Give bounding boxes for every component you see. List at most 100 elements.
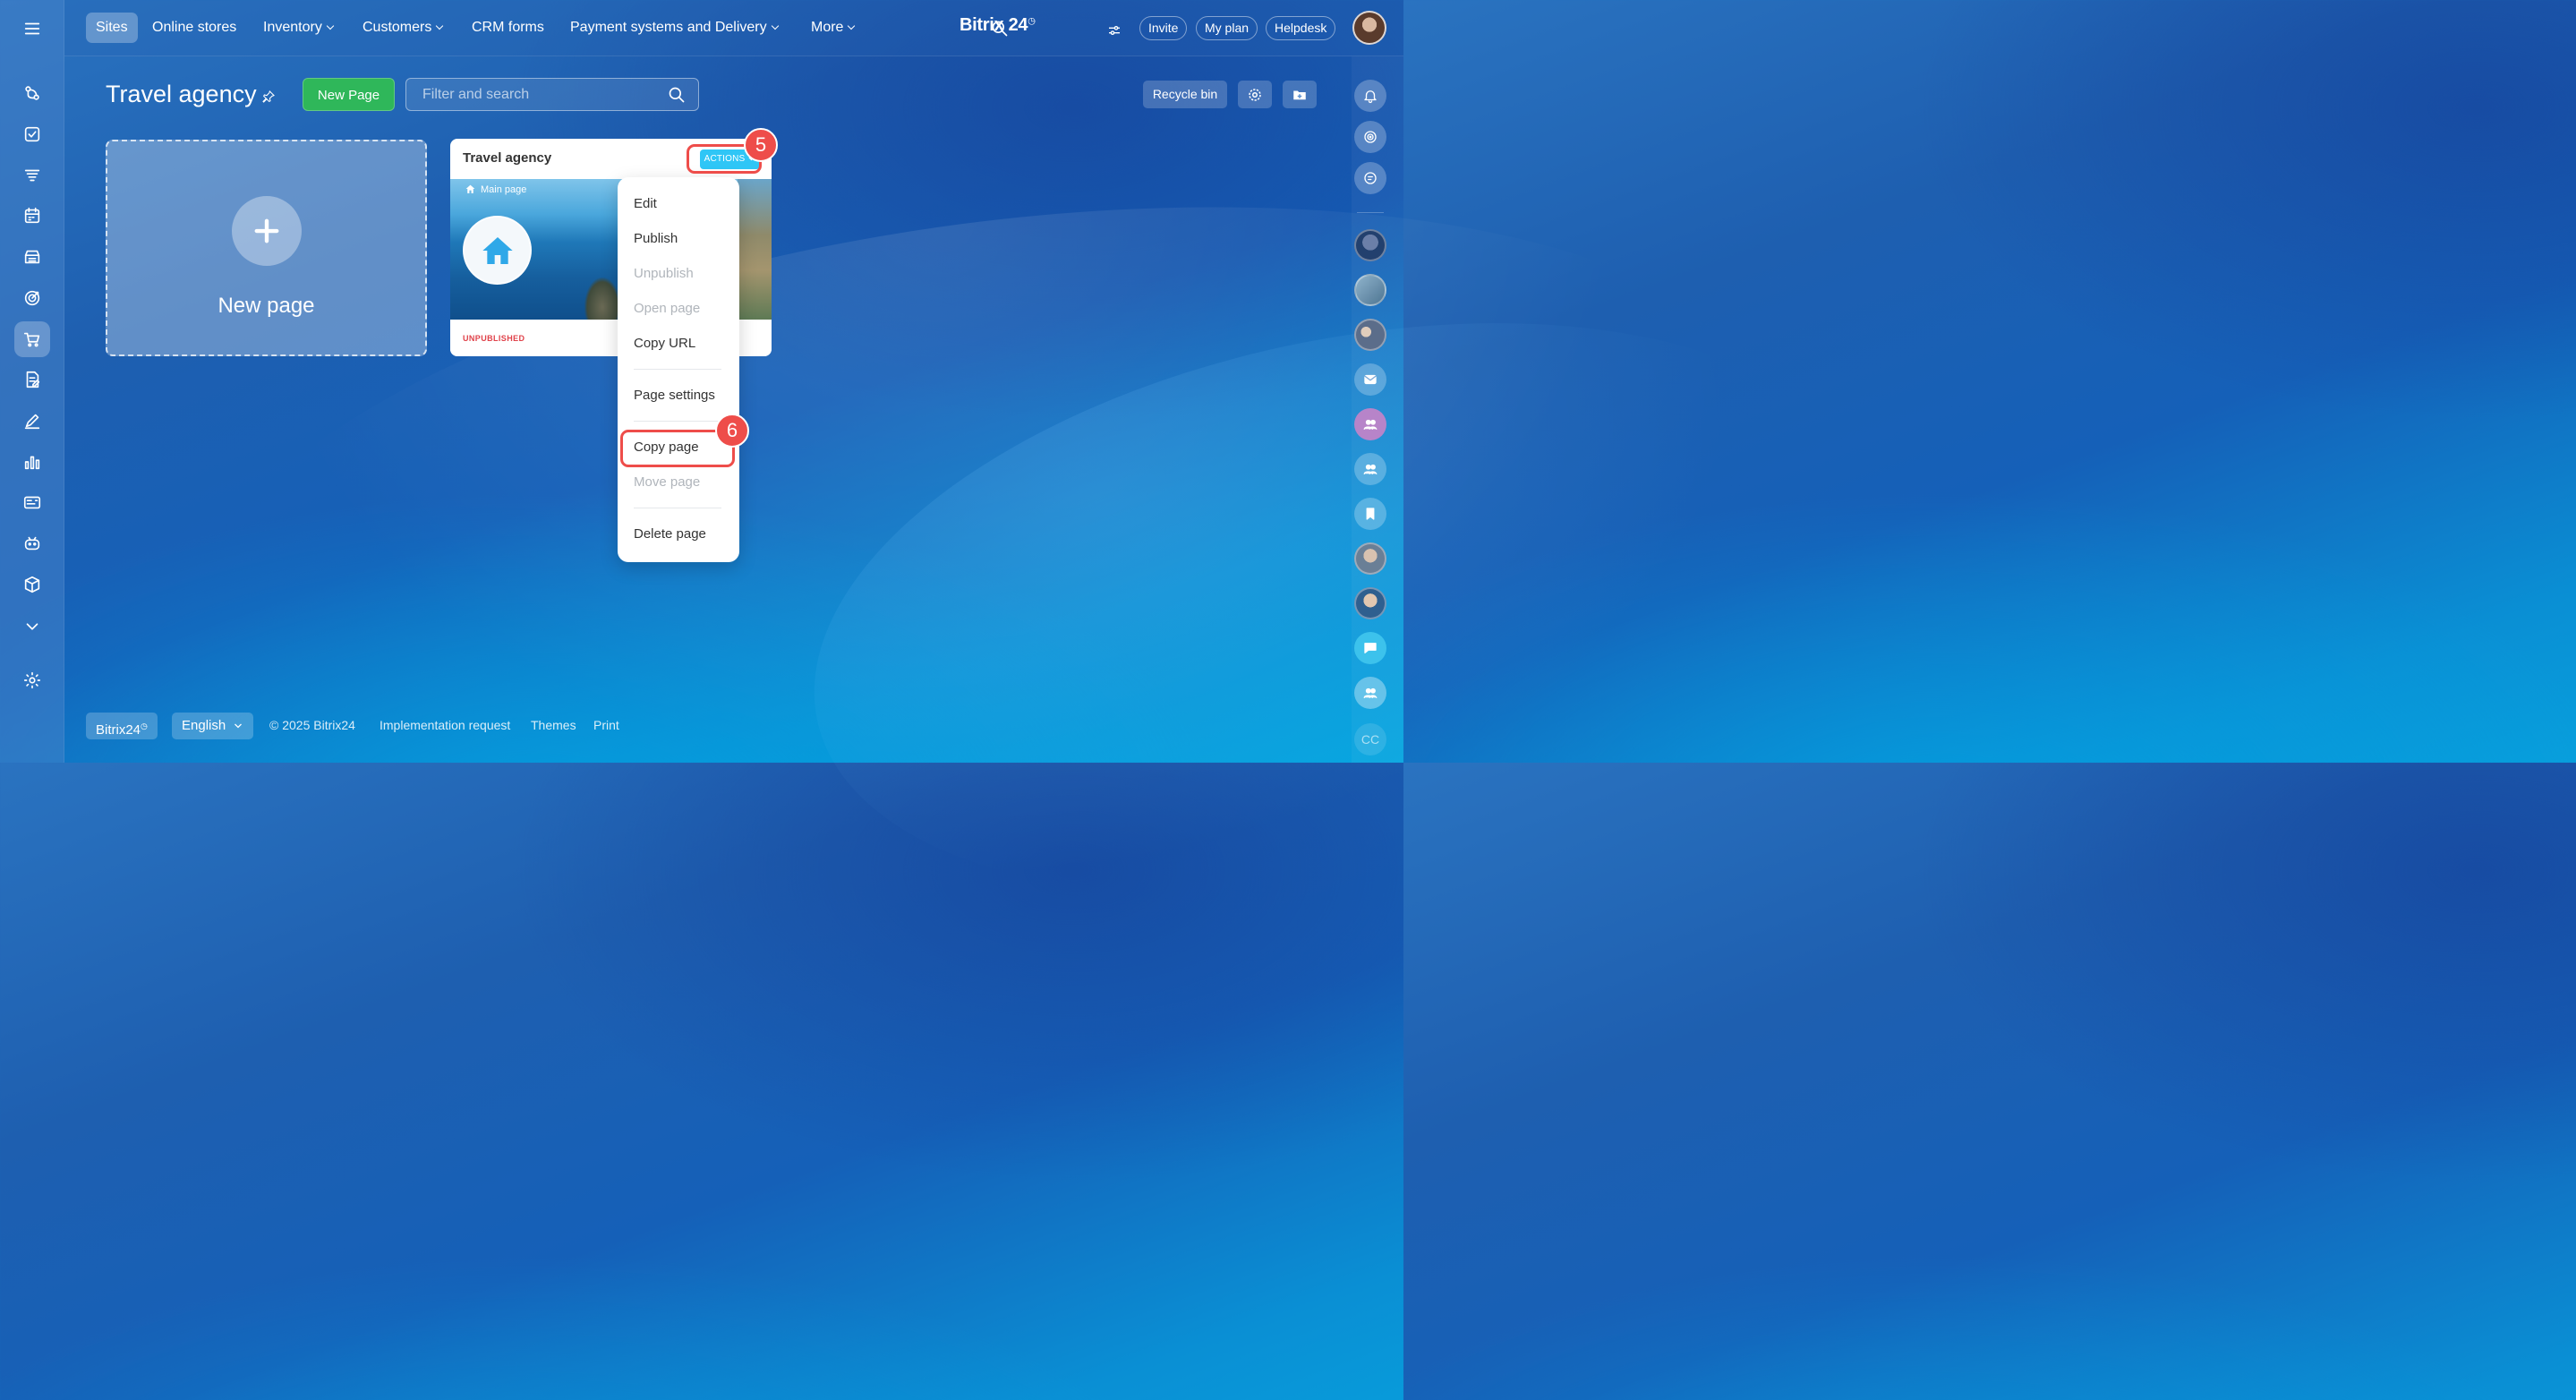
language-label: English — [182, 718, 226, 733]
main-page-tag: Main page — [465, 184, 526, 195]
chevron-down-icon — [848, 21, 856, 30]
mail-icon[interactable] — [1354, 363, 1386, 396]
right-divider — [1357, 212, 1384, 213]
menu-item-open-page: Open page — [634, 301, 701, 316]
crm-icon[interactable] — [14, 75, 50, 111]
settings-icon[interactable] — [14, 662, 50, 698]
nav-crm-forms[interactable]: CRM forms — [472, 13, 544, 43]
clock-icon: ◷ — [1028, 16, 1036, 27]
settings-button[interactable] — [1238, 81, 1272, 108]
contact-avatar[interactable] — [1354, 542, 1386, 575]
menu-item-page-settings[interactable]: Page settings — [634, 388, 715, 403]
nav-label: Sites — [96, 20, 128, 35]
left-sidebar — [0, 0, 64, 763]
brand-text: Bitrix 24 — [960, 15, 1028, 35]
footer-copyright: © 2025 Bitrix24 — [269, 718, 355, 732]
recycle-bin-button[interactable]: Recycle bin — [1143, 81, 1227, 108]
calendar-icon[interactable] — [14, 198, 50, 234]
contact-avatar[interactable] — [1354, 229, 1386, 261]
language-select[interactable]: English — [172, 713, 254, 739]
store-icon[interactable] — [14, 239, 50, 275]
brand-logo: Bitrix 24◷ — [960, 15, 1036, 36]
group-icon[interactable] — [1354, 453, 1386, 485]
step-badge-5: 5 — [744, 128, 778, 162]
helpdesk-label: Helpdesk — [1275, 21, 1327, 35]
home-badge — [463, 216, 532, 285]
my-plan-button[interactable]: My plan — [1196, 16, 1258, 40]
page-title: Travel agency — [106, 81, 257, 107]
preview-rock — [584, 277, 620, 320]
cart-icon[interactable] — [14, 321, 50, 357]
nav-customers[interactable]: Customers — [363, 13, 444, 43]
search-box — [405, 78, 699, 111]
search-input[interactable] — [406, 79, 657, 110]
site-card-title: Travel agency — [463, 150, 552, 166]
step-badge-6: 6 — [715, 414, 749, 448]
menu-item-delete-page[interactable]: Delete page — [634, 526, 706, 542]
contact-avatar[interactable] — [1354, 274, 1386, 306]
chevron-down-icon — [771, 21, 779, 30]
menu-icon[interactable] — [14, 11, 50, 47]
actions-menu: Edit Publish Unpublish Open page Copy UR… — [618, 177, 739, 562]
contact-avatar[interactable] — [1354, 587, 1386, 619]
nav-label: Inventory — [263, 20, 322, 35]
menu-divider — [634, 369, 721, 370]
chat-icon[interactable] — [1354, 632, 1386, 664]
folder-button[interactable] — [1283, 81, 1317, 108]
gear-icon — [1249, 88, 1261, 101]
footer-print-link[interactable]: Print — [593, 718, 619, 732]
group-icon[interactable] — [1354, 677, 1386, 709]
bell-icon[interactable] — [1354, 80, 1386, 112]
search-icon[interactable] — [668, 86, 686, 104]
nav-more[interactable]: More — [811, 13, 856, 43]
user-avatar[interactable] — [1352, 11, 1386, 45]
invite-label: Invite — [1148, 21, 1179, 35]
document-icon[interactable] — [14, 362, 50, 397]
menu-item-unpublish: Unpublish — [634, 266, 694, 281]
sliders-icon[interactable] — [1107, 23, 1122, 38]
nav-payment-delivery[interactable]: Payment systems and Delivery — [570, 13, 779, 43]
chevron-down-icon — [436, 21, 444, 30]
new-page-label: New page — [218, 294, 315, 318]
group-avatar[interactable] — [1354, 319, 1386, 351]
invite-button[interactable]: Invite — [1139, 16, 1188, 40]
footer-themes-link[interactable]: Themes — [531, 718, 576, 732]
new-page-card[interactable]: New page — [106, 140, 427, 356]
robot-icon[interactable] — [14, 525, 50, 561]
plus-icon — [232, 196, 302, 266]
group-icon[interactable] — [1354, 408, 1386, 440]
nav-inventory[interactable]: Inventory — [263, 13, 335, 43]
footer-brand-button[interactable]: Bitrix24◷ — [86, 713, 158, 739]
folder-add-icon — [1293, 90, 1306, 99]
chat-search-icon[interactable] — [1354, 162, 1386, 194]
main-page-label: Main page — [481, 184, 527, 195]
status-badge: UNPUBLISHED — [463, 334, 525, 343]
helpdesk-button[interactable]: Helpdesk — [1266, 16, 1336, 40]
filter-icon[interactable] — [14, 158, 50, 193]
tasks-icon[interactable] — [14, 116, 50, 152]
home-icon — [482, 236, 513, 264]
copilot-icon[interactable] — [1354, 121, 1386, 153]
my-plan-label: My plan — [1205, 21, 1250, 35]
menu-item-publish[interactable]: Publish — [634, 231, 678, 246]
signature-icon[interactable] — [14, 403, 50, 439]
chevron-down-icon — [326, 21, 335, 30]
pin-icon[interactable] — [261, 90, 276, 104]
bookmark-icon[interactable] — [1354, 498, 1386, 530]
box-icon[interactable] — [14, 567, 50, 602]
nav-sites[interactable]: Sites — [86, 13, 138, 43]
preview-landscape — [738, 179, 772, 320]
nav-online-stores[interactable]: Online stores — [152, 13, 236, 43]
cc-avatar[interactable]: CC — [1354, 723, 1386, 755]
background-wave-accent — [761, 234, 1924, 984]
menu-item-copy-url[interactable]: Copy URL — [634, 336, 695, 351]
menu-item-edit[interactable]: Edit — [634, 196, 657, 211]
nav-label: Customers — [363, 20, 432, 35]
new-page-button[interactable]: New Page — [303, 78, 395, 111]
footer-implementation-link[interactable]: Implementation request — [380, 718, 510, 732]
chevron-down-icon[interactable] — [14, 609, 50, 645]
cards-icon[interactable] — [14, 484, 50, 520]
target-icon[interactable] — [14, 280, 50, 316]
footer-brand-label: Bitrix24 — [96, 722, 141, 738]
analytics-icon[interactable] — [14, 444, 50, 480]
